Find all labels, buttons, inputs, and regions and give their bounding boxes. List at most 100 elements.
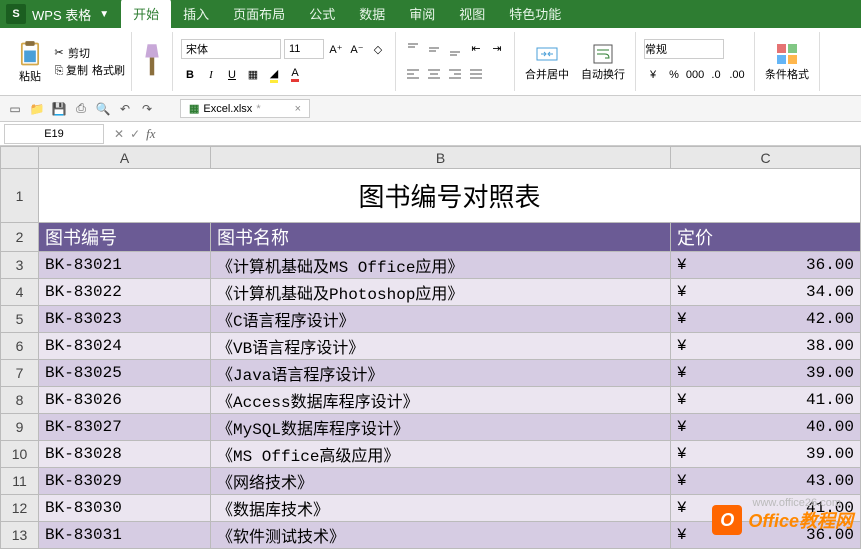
row-header[interactable]: 7 (1, 360, 39, 387)
name-cell[interactable]: 《MS Office高级应用》 (211, 441, 671, 468)
row-header[interactable]: 11 (1, 468, 39, 495)
align-middle-button[interactable] (425, 40, 443, 58)
row-header[interactable]: 9 (1, 414, 39, 441)
code-cell[interactable]: BK-83029 (39, 468, 211, 495)
tab-home[interactable]: 开始 (121, 0, 171, 28)
code-cell[interactable]: BK-83023 (39, 306, 211, 333)
align-top-button[interactable] (404, 40, 422, 58)
row-header[interactable]: 3 (1, 252, 39, 279)
decrease-decimal-button[interactable]: .00 (728, 66, 746, 84)
name-cell[interactable]: 《Access数据库程序设计》 (211, 387, 671, 414)
cut-button[interactable]: ✂ 剪切 (52, 45, 125, 61)
row-header[interactable]: 5 (1, 306, 39, 333)
align-left-button[interactable] (404, 65, 422, 83)
clear-format-button[interactable]: ◇ (369, 40, 387, 58)
bold-button[interactable]: B (181, 66, 199, 84)
confirm-edit-button[interactable]: ✓ (130, 127, 140, 141)
name-cell[interactable]: 《Java语言程序设计》 (211, 360, 671, 387)
code-cell[interactable]: BK-83022 (39, 279, 211, 306)
border-button[interactable]: ▦ (244, 66, 262, 84)
name-cell[interactable]: 《C语言程序设计》 (211, 306, 671, 333)
workbook-tab[interactable]: ▦ Excel.xlsx * × (180, 99, 310, 118)
align-justify-button[interactable] (467, 65, 485, 83)
increase-font-button[interactable]: A⁺ (327, 40, 345, 58)
price-cell[interactable]: ¥38.00 (671, 333, 861, 360)
code-cell[interactable]: BK-83027 (39, 414, 211, 441)
font-color-button[interactable]: A (286, 66, 304, 84)
price-cell[interactable]: ¥36.00 (671, 252, 861, 279)
row-header[interactable]: 12 (1, 495, 39, 522)
fill-color-button[interactable]: ◢ (265, 66, 283, 84)
formula-input[interactable] (162, 124, 861, 144)
wrap-text-button[interactable]: 自动换行 (577, 40, 629, 84)
price-cell[interactable]: ¥41.00 (671, 387, 861, 414)
cancel-edit-button[interactable]: ✕ (114, 127, 124, 141)
tab-page-layout[interactable]: 页面布局 (221, 0, 297, 28)
column-header-a[interactable]: A (39, 147, 211, 169)
format-painter-button[interactable]: 格式刷 (92, 62, 125, 78)
name-cell[interactable]: 《软件测试技术》 (211, 522, 671, 549)
close-tab-button[interactable]: × (295, 103, 301, 115)
font-name-select[interactable] (181, 39, 281, 59)
code-cell[interactable]: BK-83024 (39, 333, 211, 360)
align-center-button[interactable] (425, 65, 443, 83)
code-cell[interactable]: BK-83021 (39, 252, 211, 279)
underline-button[interactable]: U (223, 66, 241, 84)
header-name[interactable]: 图书名称 (211, 223, 671, 252)
sheet-title-cell[interactable]: 图书编号对照表 (39, 169, 861, 223)
row-header[interactable]: 10 (1, 441, 39, 468)
tab-insert[interactable]: 插入 (171, 0, 221, 28)
conditional-format-button[interactable]: 条件格式 (761, 40, 813, 84)
header-code[interactable]: 图书编号 (39, 223, 211, 252)
indent-increase-button[interactable]: ⇥ (488, 40, 506, 58)
name-cell[interactable]: 《计算机基础及Photoshop应用》 (211, 279, 671, 306)
price-cell[interactable]: ¥39.00 (671, 441, 861, 468)
increase-decimal-button[interactable]: .0 (707, 66, 725, 84)
code-cell[interactable]: BK-83028 (39, 441, 211, 468)
price-cell[interactable]: ¥34.00 (671, 279, 861, 306)
app-menu-dropdown[interactable]: ▼ (99, 9, 109, 20)
insert-function-button[interactable]: fx (146, 126, 155, 142)
price-cell[interactable]: ¥40.00 (671, 414, 861, 441)
column-header-c[interactable]: C (671, 147, 861, 169)
name-cell[interactable]: 《数据库技术》 (211, 495, 671, 522)
name-cell[interactable]: 《VB语言程序设计》 (211, 333, 671, 360)
tab-data[interactable]: 数据 (347, 0, 397, 28)
name-cell[interactable]: 《MySQL数据库程序设计》 (211, 414, 671, 441)
code-cell[interactable]: BK-83026 (39, 387, 211, 414)
name-box[interactable] (4, 124, 104, 144)
italic-button[interactable]: I (202, 66, 220, 84)
merge-center-button[interactable]: 合并居中 (521, 40, 573, 84)
name-cell[interactable]: 《网络技术》 (211, 468, 671, 495)
font-size-select[interactable] (284, 39, 324, 59)
spreadsheet-grid[interactable]: A B C 1 图书编号对照表 2 图书编号 图书名称 定价 3BK-83021… (0, 146, 861, 549)
tab-review[interactable]: 审阅 (397, 0, 447, 28)
open-file-button[interactable]: 📁 (28, 100, 46, 118)
row-header[interactable]: 13 (1, 522, 39, 549)
header-price[interactable]: 定价 (671, 223, 861, 252)
percent-button[interactable]: % (665, 66, 683, 84)
print-preview-button[interactable]: 🔍 (94, 100, 112, 118)
tab-special[interactable]: 特色功能 (497, 0, 573, 28)
indent-decrease-button[interactable]: ⇤ (467, 40, 485, 58)
row-header[interactable]: 4 (1, 279, 39, 306)
price-cell[interactable]: ¥42.00 (671, 306, 861, 333)
column-header-b[interactable]: B (211, 147, 671, 169)
paste-button[interactable]: 粘贴 (12, 38, 48, 86)
row-header[interactable]: 1 (1, 169, 39, 223)
format-brush-icon[interactable] (138, 42, 166, 82)
row-header[interactable]: 8 (1, 387, 39, 414)
number-format-select[interactable] (644, 39, 724, 59)
row-header[interactable]: 2 (1, 223, 39, 252)
row-header[interactable]: 6 (1, 333, 39, 360)
undo-button[interactable]: ↶ (116, 100, 134, 118)
tab-formulas[interactable]: 公式 (297, 0, 347, 28)
code-cell[interactable]: BK-83031 (39, 522, 211, 549)
name-cell[interactable]: 《计算机基础及MS Office应用》 (211, 252, 671, 279)
price-cell[interactable]: ¥39.00 (671, 360, 861, 387)
price-cell[interactable]: ¥43.00 (671, 468, 861, 495)
align-bottom-button[interactable] (446, 40, 464, 58)
tab-view[interactable]: 视图 (447, 0, 497, 28)
copy-button[interactable]: ⎘复制 (52, 62, 88, 79)
align-right-button[interactable] (446, 65, 464, 83)
